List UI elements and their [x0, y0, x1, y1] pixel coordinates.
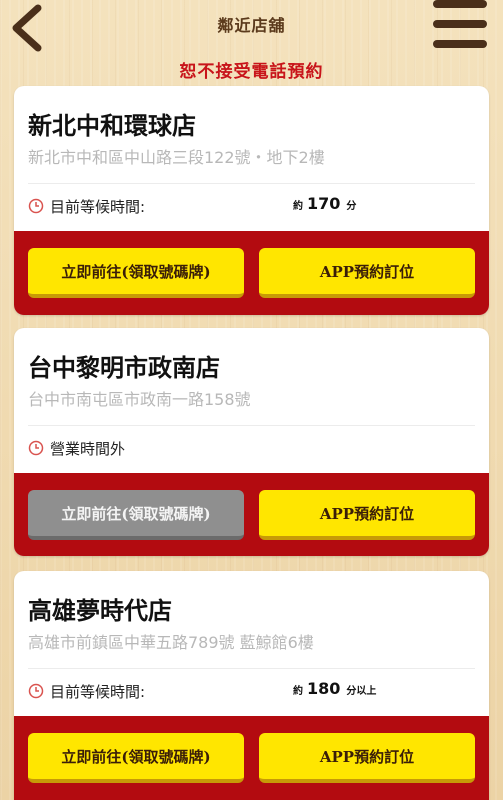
store-card: 新北中和環球店 新北市中和區中山路三段122號・地下2樓 目前等候時間: 約 17… — [14, 86, 489, 315]
wait-time-value: 約 170 分 — [293, 194, 356, 213]
app-reservation-button[interactable]: APP預約訂位 — [259, 248, 475, 298]
divider — [28, 425, 475, 426]
wait-minutes: 170 — [307, 194, 341, 213]
page-title: 鄰近店舖 — [217, 16, 286, 35]
status-label: 營業時間外 — [50, 440, 126, 458]
store-address: 新北市中和區中山路三段122號・地下2樓 — [28, 148, 325, 167]
action-bar: 立即前往(領取號碼牌) APP預約訂位 — [14, 716, 489, 800]
take-number-button-disabled: 立即前往(領取號碼牌) — [28, 490, 244, 540]
header: 鄰近店舖 恕不接受電話預約 — [0, 0, 503, 82]
clock-icon — [28, 198, 44, 214]
store-name: 高雄夢時代店 — [28, 597, 172, 625]
store-card: 高雄夢時代店 高雄市前鎮區中華五路789號 藍鯨館6樓 目前等候時間: 約 180… — [14, 571, 489, 800]
wait-time-value: 約 180 分以上 — [293, 679, 376, 698]
clock-icon — [28, 440, 44, 456]
divider — [28, 668, 475, 669]
clock-icon — [28, 683, 44, 699]
store-name: 台中黎明市政南店 — [28, 354, 220, 382]
status-label: 目前等候時間: — [50, 198, 146, 216]
wait-time-row: 目前等候時間: 約 180 分以上 — [28, 679, 475, 705]
divider — [28, 183, 475, 184]
app-reservation-button[interactable]: APP預約訂位 — [259, 733, 475, 783]
status-row: 營業時間外 — [28, 438, 475, 462]
wait-prefix: 約 — [293, 201, 303, 212]
wait-time-row: 目前等候時間: 約 170 分 — [28, 194, 475, 220]
store-address: 高雄市前鎮區中華五路789號 藍鯨館6樓 — [28, 633, 314, 652]
wait-unit: 分 — [346, 201, 357, 212]
store-card: 台中黎明市政南店 台中市南屯區市政南一路158號 營業時間外 立即前往(領取號碼… — [14, 328, 489, 556]
take-number-button[interactable]: 立即前往(領取號碼牌) — [28, 248, 244, 298]
no-phone-reservation-notice: 恕不接受電話預約 — [179, 62, 324, 82]
store-address: 台中市南屯區市政南一路158號 — [28, 390, 251, 409]
action-bar: 立即前往(領取號碼牌) APP預約訂位 — [14, 231, 489, 315]
take-number-button[interactable]: 立即前往(領取號碼牌) — [28, 733, 244, 783]
menu-button[interactable] — [431, 0, 489, 52]
action-bar: 立即前往(領取號碼牌) APP預約訂位 — [14, 473, 489, 556]
wait-prefix: 約 — [293, 686, 303, 697]
status-label: 目前等候時間: — [50, 683, 146, 701]
wait-unit: 分以上 — [346, 686, 377, 697]
app-reservation-button[interactable]: APP預約訂位 — [259, 490, 475, 540]
store-name: 新北中和環球店 — [28, 112, 196, 140]
wait-minutes: 180 — [307, 679, 341, 698]
